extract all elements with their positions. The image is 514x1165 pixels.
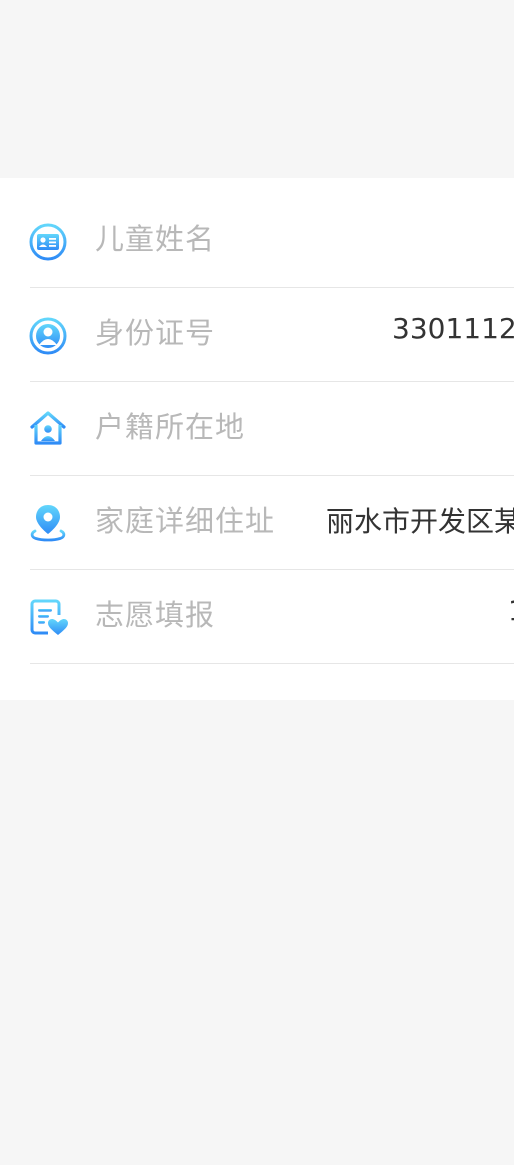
child-name-row[interactable]: 儿童姓名: [0, 194, 514, 288]
id-number-label: 身份证号: [95, 316, 216, 350]
id-number-value[interactable]: 3301112: [392, 312, 514, 345]
household-registration-label: 户籍所在地: [95, 410, 246, 444]
divider: [30, 663, 514, 664]
household-registration-row[interactable]: 户籍所在地: [0, 382, 514, 476]
location-pin-icon: [28, 502, 68, 542]
application-preference-row[interactable]: 志愿填报 1: [0, 570, 514, 664]
id-number-row[interactable]: 身份证号 3301112: [0, 288, 514, 382]
application-preference-label: 志愿填报: [95, 598, 216, 632]
page: 儿童姓名 身份证号 3301112 户籍所在地 家庭详细住址 丽水市开发区某 志…: [0, 0, 514, 1165]
user-circle-icon: [28, 316, 68, 356]
child-info-form: 儿童姓名 身份证号 3301112 户籍所在地 家庭详细住址 丽水市开发区某 志…: [0, 178, 514, 700]
application-preference-value[interactable]: 1: [508, 594, 514, 627]
home-address-label: 家庭详细住址: [95, 504, 276, 538]
home-address-value[interactable]: 丽水市开发区某: [326, 500, 514, 540]
id-card-icon: [28, 222, 68, 262]
home-address-row[interactable]: 家庭详细住址 丽水市开发区某: [0, 476, 514, 570]
home-user-icon: [28, 408, 68, 448]
child-name-label: 儿童姓名: [95, 222, 216, 256]
heart-document-icon: [28, 598, 68, 638]
